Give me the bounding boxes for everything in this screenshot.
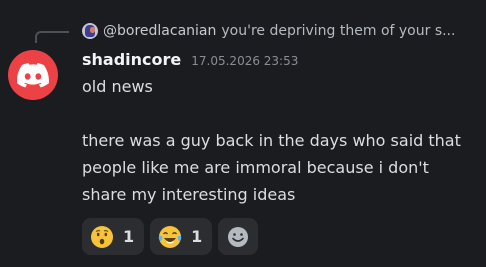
reaction-count: 1 — [123, 227, 135, 246]
reply-connector — [35, 31, 69, 43]
message-line: share my interesting ideas — [82, 185, 296, 204]
smiley-add-icon — [228, 226, 249, 247]
message-line: there was a guy back in the days who sai… — [82, 131, 461, 150]
reply-author[interactable]: @boredlacanian — [103, 23, 216, 39]
message-header: shadincore 17.05.2026 23:53 — [82, 50, 298, 69]
reaction-tears-of-joy[interactable]: 1 — [150, 218, 213, 255]
add-reaction-button[interactable] — [218, 218, 259, 255]
author-avatar[interactable] — [8, 50, 58, 100]
reaction-count: 1 — [191, 227, 203, 246]
hushed-face-icon — [91, 225, 113, 248]
message-line: old news — [82, 77, 153, 96]
reply-reference[interactable]: @boredlacanian you're depriving them of … — [82, 20, 482, 42]
reply-preview-text[interactable]: you're depriving them of your s... — [221, 23, 466, 39]
chat-message: @boredlacanian you're depriving them of … — [0, 0, 486, 267]
reaction-hushed-face[interactable]: 1 — [82, 218, 145, 255]
message-timestamp: 17.05.2026 23:53 — [191, 54, 299, 68]
reactions-bar: 1 1 — [82, 218, 259, 255]
tears-of-joy-icon — [158, 225, 182, 248]
reply-avatar[interactable] — [82, 23, 98, 39]
message-line: people like me are immoral because i don… — [82, 158, 429, 177]
author-username[interactable]: shadincore — [82, 50, 181, 69]
discord-logo-icon — [17, 62, 49, 87]
